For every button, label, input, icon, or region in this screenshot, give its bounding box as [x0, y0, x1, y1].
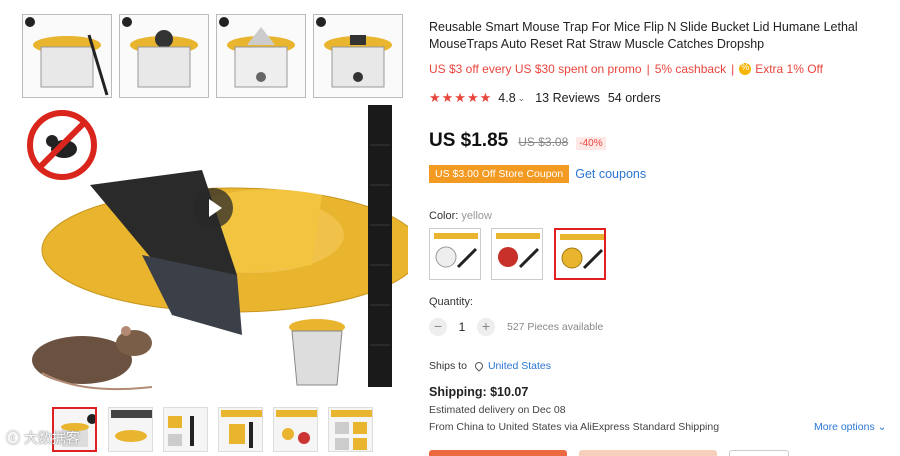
coupon-row: US $3.00 Off Store Coupon Get coupons [429, 165, 646, 183]
color-label: Color: yellow [429, 210, 492, 222]
decrease-quantity-button[interactable]: − [429, 318, 447, 336]
color-label-text: Color: [429, 210, 459, 222]
current-price: US $1.85 [429, 130, 509, 151]
color-swatches [429, 228, 629, 280]
thumbnail-strip [52, 407, 382, 453]
watermark: ⓒ 大数据客 [6, 430, 80, 446]
buy-now-button[interactable] [429, 450, 567, 456]
quantity-stepper: − 1 + 527 Pieces available [429, 318, 603, 336]
coin-icon [739, 62, 752, 75]
play-video-button[interactable] [193, 188, 233, 228]
step-image-1 [22, 14, 112, 98]
shipping-route: From China to United States via AliExpre… [429, 421, 720, 433]
product-info: Reusable Smart Mouse Trap For Mice Flip … [429, 0, 894, 456]
color-option-red[interactable] [491, 228, 543, 280]
trap-illustration [27, 105, 423, 391]
main-product-image[interactable] [22, 105, 423, 405]
chevron-down-icon: ⌄ [877, 421, 887, 433]
promo-line: US $3 off every US $30 spent on promo | 5%… [429, 62, 823, 76]
discount-badge: -40% [576, 137, 606, 150]
step-image-3 [216, 14, 306, 98]
watermark-text: 大数据客 [23, 430, 80, 446]
thumbnail-6[interactable] [328, 407, 373, 452]
ships-to-label: Ships to [429, 360, 467, 372]
action-buttons [429, 450, 894, 456]
increase-quantity-button[interactable]: + [477, 318, 495, 336]
product-gallery: ⓒ 大数据客 [0, 0, 423, 456]
color-option-yellow[interactable] [554, 228, 606, 280]
cashback-text: 5% cashback [654, 62, 727, 76]
no-mouse-icon [27, 110, 97, 180]
get-coupons-link[interactable]: Get coupons [575, 167, 646, 181]
step-image-2 [119, 14, 209, 98]
chevron-down-icon[interactable]: ⌄ [518, 93, 526, 104]
estimated-delivery: Estimated delivery on Dec 08 [429, 404, 566, 416]
thumbnail-4[interactable] [218, 407, 263, 452]
original-price: US $3.08 [518, 135, 569, 149]
rating-stars-icon: ★★★★★ [429, 90, 493, 105]
reviews-count[interactable]: 13 Reviews [535, 91, 600, 105]
step-images [22, 14, 408, 100]
rating-value[interactable]: 4.8 [498, 91, 515, 105]
shipping-cost: Shipping: $10.07 [429, 385, 529, 399]
add-to-cart-button[interactable] [579, 450, 717, 456]
thumbnail-5[interactable] [273, 407, 318, 452]
promo-separator: | [731, 62, 735, 76]
ships-to-country[interactable]: United States [488, 360, 551, 372]
quantity-value[interactable]: 1 [447, 320, 477, 334]
more-options-link[interactable]: More options ⌄ [814, 421, 886, 433]
thumbnail-3[interactable] [163, 407, 208, 452]
available-pieces: 527 Pieces available [507, 321, 604, 333]
wishlist-button[interactable] [729, 450, 789, 456]
extra-off-text: Extra 1% Off [755, 62, 824, 76]
color-option-white[interactable] [429, 228, 481, 280]
quantity-label: Quantity: [429, 296, 474, 308]
store-coupon-badge[interactable]: US $3.00 Off Store Coupon [429, 165, 570, 183]
promo-text[interactable]: US $3 off every US $30 spent on promo [429, 62, 642, 76]
orders-count: 54 orders [607, 91, 661, 105]
rating-row: ★★★★★ 4.8 ⌄ 13 Reviews 54 orders [429, 90, 661, 106]
more-options-text: More options [814, 421, 875, 433]
ships-to-row: Ships to United States [429, 360, 551, 372]
price-row: US $1.85 US $3.08 -40% [429, 130, 606, 152]
location-pin-icon [473, 360, 485, 372]
step-image-4 [313, 14, 403, 98]
selected-color-value: yellow [461, 210, 492, 222]
thumbnail-2[interactable] [108, 407, 153, 452]
product-title: Reusable Smart Mouse Trap For Mice Flip … [429, 20, 858, 51]
promo-separator: | [646, 62, 650, 76]
